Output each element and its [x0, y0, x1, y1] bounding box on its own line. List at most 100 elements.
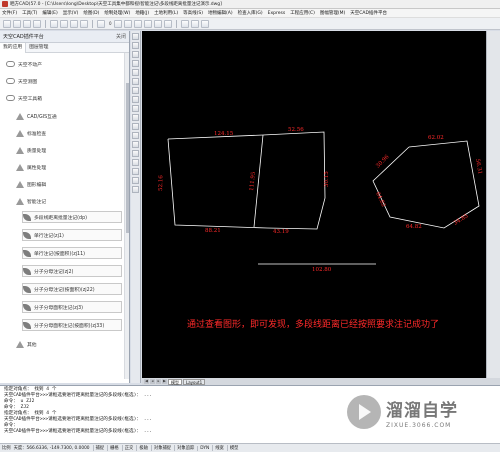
scrollbar-thumb[interactable]	[126, 83, 129, 233]
extend-icon[interactable]	[132, 105, 139, 112]
circle-icon[interactable]	[143, 19, 152, 28]
tool-polyline-distance-annotation[interactable]: 多段线距离批量注记(dp)	[22, 211, 122, 223]
menu-map-sheet[interactable]: 图幅管理(M)	[320, 10, 345, 16]
zoom-icon[interactable]	[80, 19, 88, 28]
osnap-toggle[interactable]: 对象捕捉	[150, 445, 171, 451]
layer-value[interactable]: 0	[109, 21, 112, 26]
block-icon[interactable]	[190, 19, 199, 28]
menu-sky-plugin[interactable]: 天空CAD插件平台	[350, 10, 387, 16]
tab-my-apps[interactable]: 我的应用	[0, 42, 27, 53]
layer-icon[interactable]	[97, 19, 105, 28]
join-icon[interactable]	[132, 177, 139, 184]
canvas-vertical-scrollbar[interactable]	[486, 31, 500, 378]
hatch-icon[interactable]	[180, 19, 189, 28]
dyn-toggle[interactable]: DYN	[197, 445, 209, 451]
menu-land-use[interactable]: 土地利用(L)	[154, 10, 178, 16]
open-file-icon[interactable]	[13, 19, 21, 28]
tree-item-attribute[interactable]: 属性处理	[16, 161, 46, 173]
next-tab-icon[interactable]: ▸	[156, 379, 161, 384]
snap-toggle[interactable]: 捕捉	[92, 445, 104, 451]
chamfer-icon[interactable]	[132, 168, 139, 175]
menu-check[interactable]: 检查入库(G)	[238, 10, 263, 16]
tree-item-smart-annotation[interactable]: 智能注记	[16, 195, 46, 207]
tool-single-line-annotation[interactable]: 单行注记(zj1)	[22, 229, 122, 241]
offset-icon[interactable]	[132, 87, 139, 94]
tool-fraction-area-by-area[interactable]: 分子分母面积注记(按面积)(zj33)	[22, 319, 122, 331]
print-icon[interactable]	[33, 19, 41, 28]
drawing-canvas[interactable]: 124.15 52.56 52.16 111.95 30.15 88.21 43…	[142, 31, 486, 378]
menu-cadastre[interactable]: 地籍(J)	[135, 10, 149, 16]
panel-scrollbar[interactable]	[124, 53, 129, 379]
text-icon[interactable]	[153, 19, 162, 28]
menu-edit[interactable]: 编辑(E)	[42, 10, 57, 16]
tree-item-standard-check[interactable]: 标准检查	[16, 127, 46, 139]
explode-icon[interactable]	[132, 132, 139, 139]
menu-draw-process[interactable]: 绘制处理(W)	[104, 10, 130, 16]
tab-model[interactable]: 模型	[168, 378, 182, 385]
fillet-icon[interactable]	[132, 123, 139, 130]
copy-icon[interactable]	[132, 51, 139, 58]
watermark-sub: ZIXUE.3066.COM	[386, 421, 452, 429]
menu-engineering[interactable]: 工程应用(C)	[290, 10, 315, 16]
erase-icon[interactable]	[132, 141, 139, 148]
tool-fraction-annotation[interactable]: 分子分母注记(zj2)	[22, 265, 122, 277]
panel-close-button[interactable]: 关闭	[116, 33, 126, 40]
new-file-icon[interactable]	[3, 19, 11, 28]
grid-toggle[interactable]: 栅格	[107, 445, 119, 451]
coordinate-readout: 天度：566.6336, -149.7300, 0.0000	[13, 446, 90, 451]
menu-express[interactable]: Express	[268, 11, 286, 16]
line-icon[interactable]	[123, 19, 132, 28]
tool-fraction-area-annotation[interactable]: 分子分母面积注记(zj3)	[22, 301, 122, 313]
tool-single-line-by-area[interactable]: 单行注记(按面积)(zj11)	[22, 247, 122, 259]
undo-icon[interactable]	[50, 19, 58, 28]
trim-icon[interactable]	[132, 96, 139, 103]
tree-item-cad-gis[interactable]: CAD/GIS互通	[16, 110, 57, 122]
tab-layer-manager[interactable]: 图层管理	[26, 43, 51, 53]
match-properties-icon[interactable]	[132, 186, 139, 193]
scale-icon[interactable]	[132, 69, 139, 76]
model-toggle[interactable]: 模型	[226, 445, 238, 451]
tab-layout1[interactable]: Layout1	[183, 378, 206, 385]
menu-view[interactable]: 显示(V)	[63, 10, 79, 16]
polar-toggle[interactable]: 极轴	[136, 445, 148, 451]
ortho-toggle[interactable]: 正交	[121, 445, 133, 451]
tree-item-label: 标准检查	[27, 131, 47, 137]
mirror-icon[interactable]	[132, 78, 139, 85]
save-icon[interactable]	[23, 19, 31, 28]
menu-contour[interactable]: 等高线(S)	[183, 10, 203, 16]
tree-item-graphics-edit[interactable]: 图形编辑	[16, 178, 46, 190]
properties-icon[interactable]	[113, 19, 122, 28]
lineweight-toggle[interactable]: 线宽	[212, 445, 224, 451]
tree-item-other[interactable]: 其他	[16, 338, 37, 350]
menu-tools[interactable]: 工具(T)	[22, 10, 37, 16]
last-tab-icon[interactable]: ▶	[162, 379, 167, 384]
array-icon[interactable]	[132, 150, 139, 157]
select-icon[interactable]	[132, 33, 139, 40]
rotate-icon[interactable]	[132, 60, 139, 67]
tree-item-label: 质量处理	[27, 148, 47, 154]
tree-item-sky-toolbox[interactable]: 天空工具箱	[6, 92, 42, 104]
polyline-icon[interactable]	[133, 19, 142, 28]
label-pentagon-upper-right: 56.31	[474, 158, 483, 175]
menu-draw[interactable]: 绘图(D)	[83, 10, 99, 16]
tree-item-sky-real-estate[interactable]: 天空不动产	[6, 58, 42, 70]
stretch-icon[interactable]	[132, 159, 139, 166]
menu-feature-edit[interactable]: 地物编辑(A)	[208, 10, 233, 16]
prev-tab-icon[interactable]: ◂	[150, 379, 155, 384]
pan-icon[interactable]	[70, 19, 78, 28]
left-polygon[interactable]	[167, 131, 326, 230]
first-tab-icon[interactable]: ◀	[144, 379, 149, 384]
move-icon[interactable]	[132, 42, 139, 49]
app-icon	[2, 1, 8, 7]
tree-item-quality[interactable]: 质量处理	[16, 144, 46, 156]
break-icon[interactable]	[132, 114, 139, 121]
measure-icon[interactable]	[163, 19, 172, 28]
menu-file[interactable]: 文件(F)	[2, 10, 17, 16]
otrack-toggle[interactable]: 对象追踪	[174, 445, 194, 451]
scale-label[interactable]: 比例	[2, 445, 11, 451]
tree-item-sky-survey[interactable]: 天空测图	[6, 75, 37, 87]
left-polygon-outline[interactable]	[167, 131, 326, 230]
redo-icon[interactable]	[60, 19, 68, 28]
help-icon[interactable]	[200, 19, 209, 28]
tool-fraction-by-area[interactable]: 分子分母注记(按面积)(zj22)	[22, 283, 122, 295]
